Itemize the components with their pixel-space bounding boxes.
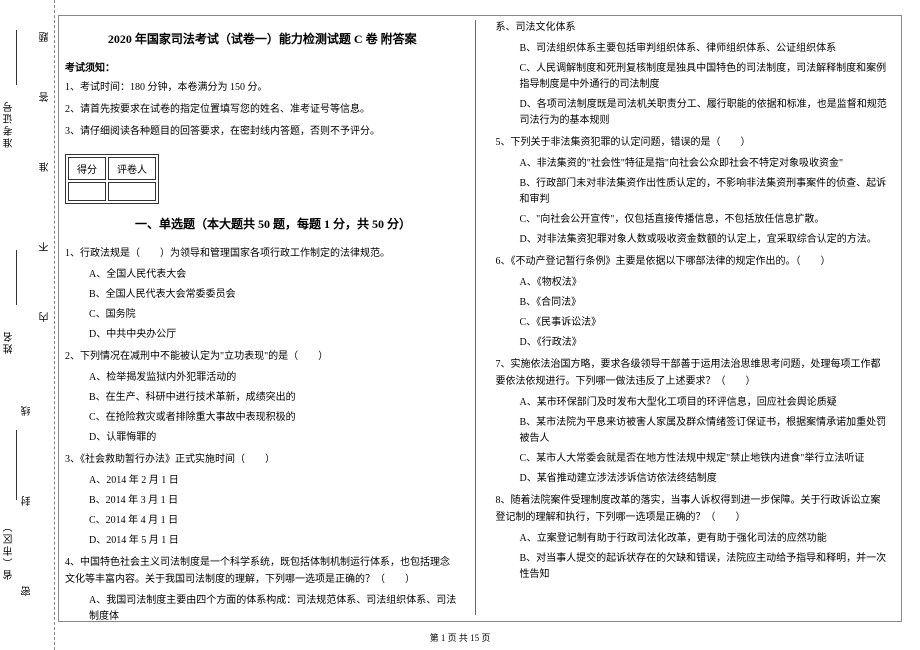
q2-option-d: D、认罪悔罪的 xyxy=(89,430,460,446)
page-content: 2020 年国家司法考试（试卷一）能力检测试题 C 卷 附答案 考试须知： 1、… xyxy=(0,0,920,630)
q8-option-b: B、对当事人提交的起诉状存在的欠缺和错误，法院应主动给予指导和释明，并一次性告知 xyxy=(520,551,891,583)
instruction-3: 3、请仔细阅读各种题目的回答要求，在密封线内答题，否则不予评分。 xyxy=(65,124,460,140)
seal-char-3: 线 xyxy=(20,400,35,416)
q4-option-a: A、我国司法制度主要由四个方面的体系构成：司法规范体系、司法组织体系、司法制度体 xyxy=(89,593,460,625)
question-7-stem: 7、实施依法治国方略，要求各级领导干部善于运用法治思维思考问题，处理每项工作都要… xyxy=(496,356,891,390)
q7-option-c: C、某市人大常委会就是否在地方性法规中规定"禁止地铁内进食"举行立法听证 xyxy=(520,451,891,467)
left-column: 2020 年国家司法考试（试卷一）能力检测试题 C 卷 附答案 考试须知： 1、… xyxy=(55,15,478,620)
question-6-stem: 6、《不动产登记暂行条例》主要是依据以下哪部法律的规定作出的。（ ） xyxy=(496,253,891,270)
score-table: 得分 评卷人 xyxy=(65,154,159,204)
q5-option-c: C、"向社会公开宣传"，仅包括直接传播信息，不包括放任信息扩散。 xyxy=(520,212,891,228)
q1-option-a: A、全国人民代表大会 xyxy=(89,267,460,283)
fill-line-3 xyxy=(16,30,17,85)
q6-option-c: C、《民事诉讼法》 xyxy=(520,315,891,331)
question-3-stem: 3、《社会救助暂行办法》正式实施时间（ ） xyxy=(65,451,460,468)
province-label: 省（市区） xyxy=(2,520,17,580)
question-1-stem: 1、行政法规是（ ）为领导和管理国家各项行政工作制定的法律规范。 xyxy=(65,245,460,262)
q7-option-d: D、某省推动建立涉法涉诉信访依法终结制度 xyxy=(520,471,891,487)
q7-option-b: B、某市法院为平息来访被害人家属及群众情绪签订保证书，根据案情承诺加重处罚被告人 xyxy=(520,415,891,447)
score-blank-1 xyxy=(68,182,106,201)
seal-char-4: 内 xyxy=(38,300,53,322)
q5-option-b: B、行政部门未对非法集资作出性质认定的，不影响非法集资刑事案件的侦查、起诉和审判 xyxy=(520,176,891,208)
q6-option-b: B、《合同法》 xyxy=(520,295,891,311)
score-cell-grader: 评卷人 xyxy=(108,157,156,180)
seal-char-1: 密 xyxy=(20,580,35,596)
q2-option-a: A、检举揭发监狱内外犯罪活动的 xyxy=(89,370,460,386)
binding-labels: 省（市区） 姓名 准考证号 密 封 线 内 不 准 答 题 xyxy=(0,0,40,650)
seal-char-6: 准 xyxy=(38,150,53,172)
q4-option-c: C、人民调解制度和死刑复核制度是独具中国特色的司法制度，司法解释制度和案例指导制… xyxy=(520,61,891,93)
question-8-stem: 8、随着法院案件受理制度改革的落实，当事人诉权得到进一步保障。关于行政诉讼立案登… xyxy=(496,492,891,526)
q3-option-b: B、2014 年 3 月 1 日 xyxy=(89,493,460,509)
seal-char-7: 答 xyxy=(38,80,53,102)
right-column: 系、司法文化体系 B、司法组织体系主要包括审判组织体系、律师组织体系、公证组织体… xyxy=(478,15,901,620)
q2-option-b: B、在生产、科研中进行技术革新，成绩突出的 xyxy=(89,390,460,406)
fill-line-1 xyxy=(16,430,17,500)
instruction-1: 1、考试时间：180 分钟，本卷满分为 150 分。 xyxy=(65,80,460,96)
exam-title: 2020 年国家司法考试（试卷一）能力检测试题 C 卷 附答案 xyxy=(65,30,460,47)
question-4-stem: 4、中国特色社会主义司法制度是一个科学系统，既包括体制机制运行体系，也包括理念文… xyxy=(65,554,460,588)
q4-option-a-cont: 系、司法文化体系 xyxy=(496,19,891,36)
name-label: 姓名 xyxy=(2,330,17,354)
score-cell-score: 得分 xyxy=(68,157,106,180)
q5-option-a: A、非法集资的"社会性"特征是指"向社会公众即社会不特定对象吸收资金" xyxy=(520,156,891,172)
question-5-stem: 5、下列关于非法集资犯罪的认定问题，错误的是（ ） xyxy=(496,134,891,151)
q6-option-d: D、《行政法》 xyxy=(520,335,891,351)
section-1-title: 一、单选题（本大题共 50 题，每题 1 分，共 50 分） xyxy=(135,215,411,232)
q2-option-c: C、在抢险救灾或者排除重大事故中表现积极的 xyxy=(89,410,460,426)
score-blank-2 xyxy=(108,182,156,201)
q7-option-a: A、某市环保部门及时发布大型化工项目的环评信息，回应社会舆论质疑 xyxy=(520,395,891,411)
question-2-stem: 2、下列情况在减刑中不能被认定为"立功表现"的是（ ） xyxy=(65,348,460,365)
fill-line-2 xyxy=(16,250,17,305)
seal-char-5: 不 xyxy=(38,230,53,252)
q4-option-d: D、各项司法制度既是司法机关职责分工、履行职能的依据和标准，也是监督和规范司法行… xyxy=(520,97,891,129)
q8-option-a: A、立案登记制有助于行政司法化改革，更有助于强化司法的应然功能 xyxy=(520,531,891,547)
q3-option-a: A、2014 年 2 月 1 日 xyxy=(89,473,460,489)
q6-option-a: A、《物权法》 xyxy=(520,275,891,291)
q4-option-b: B、司法组织体系主要包括审判组织体系、律师组织体系、公证组织体系 xyxy=(520,41,891,57)
q1-option-b: B、全国人民代表大会常委委员会 xyxy=(89,287,460,303)
seal-char-2: 封 xyxy=(20,490,35,506)
q1-option-c: C、国务院 xyxy=(89,307,460,323)
q3-option-c: C、2014 年 4 月 1 日 xyxy=(89,513,460,529)
q3-option-d: D、2014 年 5 月 1 日 xyxy=(89,533,460,549)
q1-option-d: D、中共中央办公厅 xyxy=(89,327,460,343)
page-footer: 第 1 页 共 15 页 xyxy=(0,631,920,644)
column-divider xyxy=(475,20,476,615)
seal-char-8: 题 xyxy=(38,20,53,42)
ticket-label: 准考证号 xyxy=(2,100,17,148)
instructions-header: 考试须知： xyxy=(65,59,460,74)
q5-option-d: D、对非法集资犯罪对象人数或吸收资金数额的认定上，宜采取综合认定的方法。 xyxy=(520,232,891,248)
instruction-2: 2、请首先按要求在试卷的指定位置填写您的姓名、准考证号等信息。 xyxy=(65,102,460,118)
score-section: 得分 评卷人 一、单选题（本大题共 50 题，每题 1 分，共 50 分） xyxy=(65,146,460,240)
